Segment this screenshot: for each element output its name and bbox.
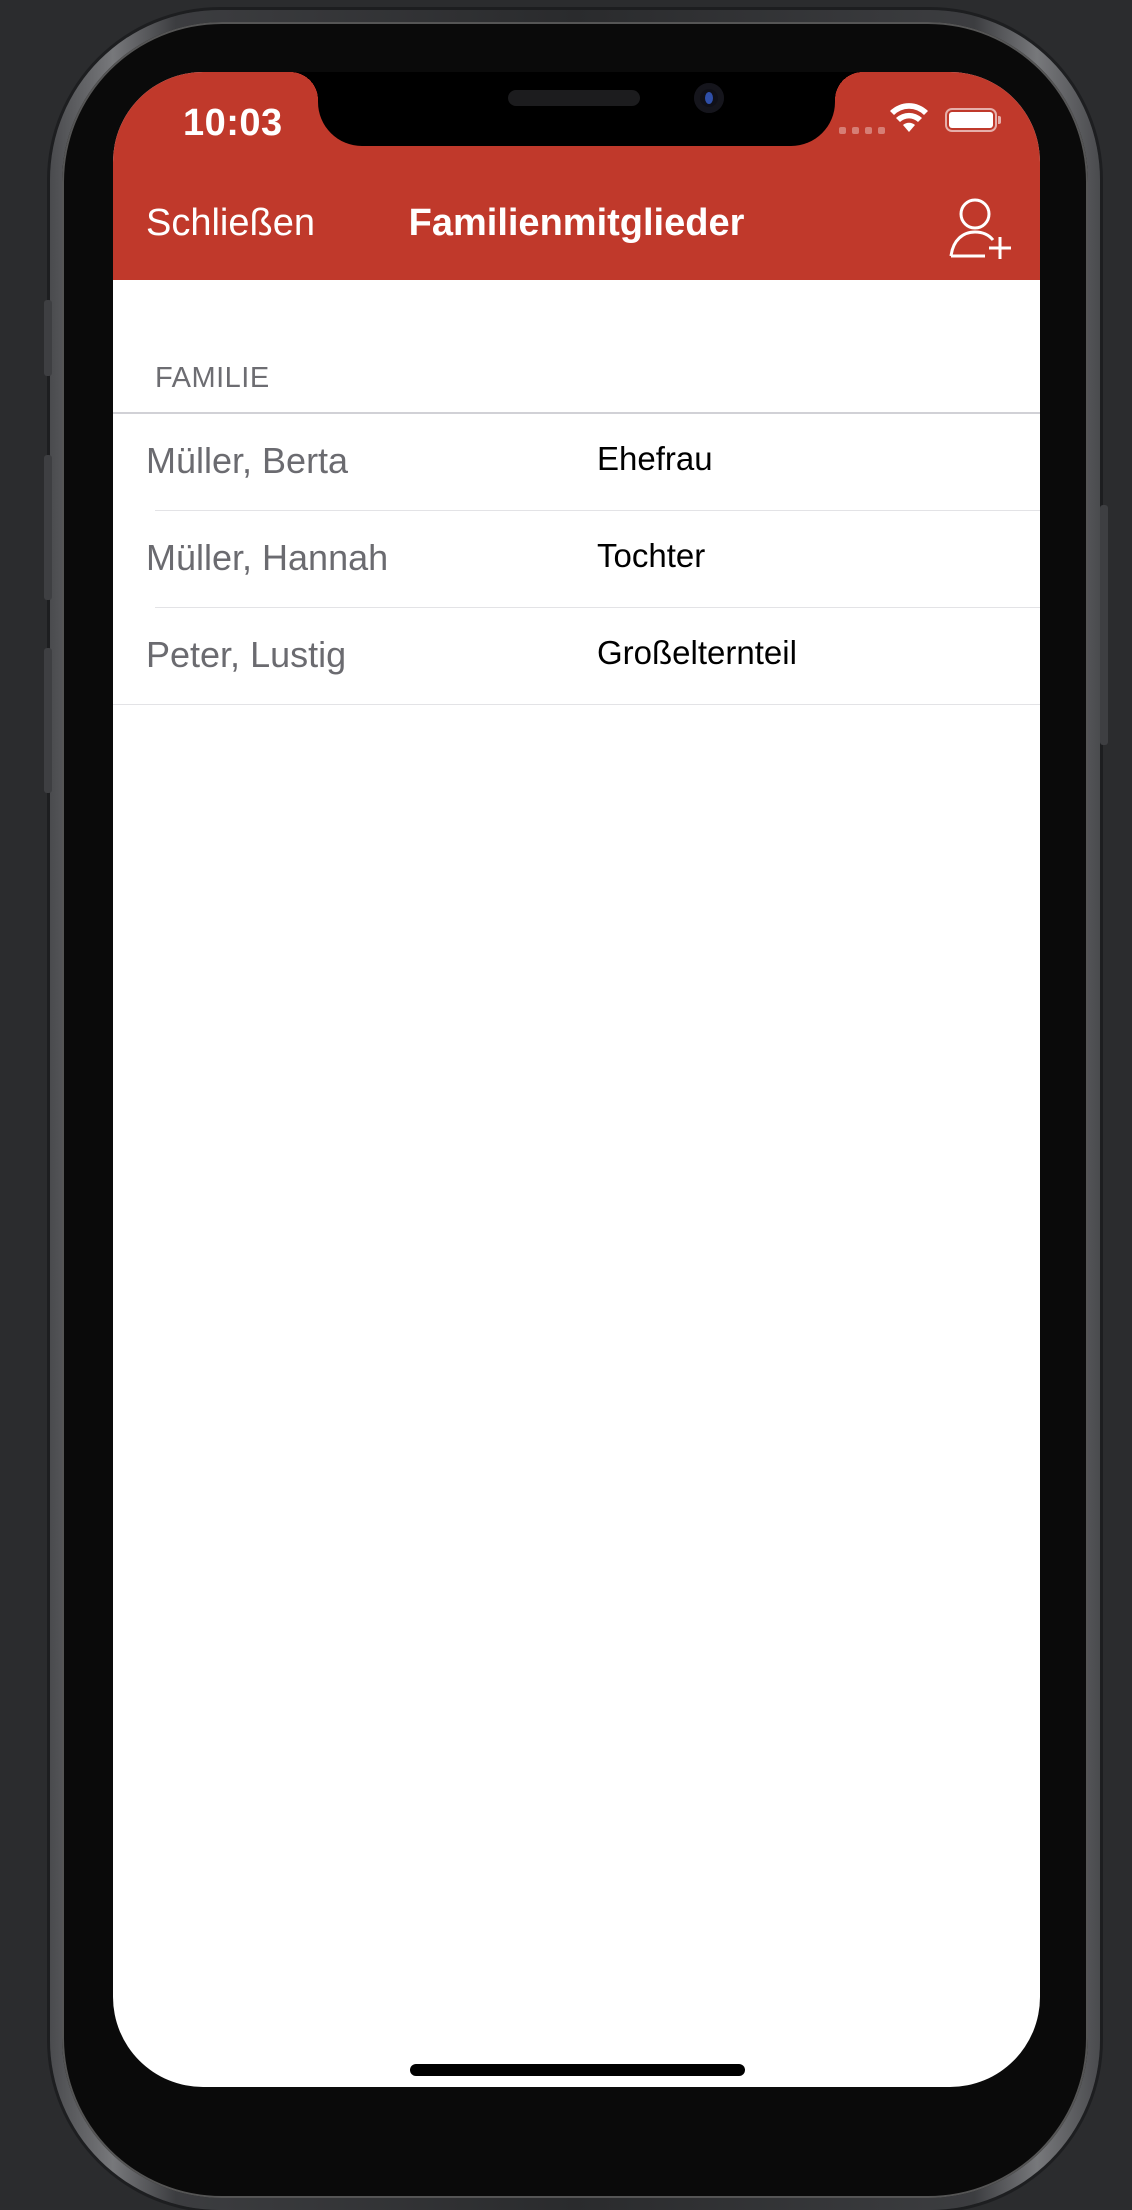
member-relation: Großelternteil xyxy=(597,634,797,671)
member-name: Peter, Lustig xyxy=(146,634,347,675)
power-button xyxy=(1100,505,1108,745)
volume-down-button xyxy=(44,648,52,793)
member-name: Müller, Hannah xyxy=(146,537,389,578)
cellular-signal-icon xyxy=(839,127,885,134)
wifi-icon xyxy=(890,103,928,132)
section-header: FAMILIE xyxy=(155,362,270,394)
member-relation: Tochter xyxy=(597,537,706,574)
battery-icon xyxy=(945,108,1001,132)
list-item[interactable]: Müller, Hannah Tochter xyxy=(113,511,1040,608)
row-divider xyxy=(113,704,1040,705)
home-indicator[interactable] xyxy=(410,2064,745,2076)
screen: 10:03 Schließen Familienmitglieder FAMIL… xyxy=(113,72,1040,2087)
member-relation: Ehefrau xyxy=(597,440,713,477)
page-title: Familienmitglieder xyxy=(408,202,745,244)
notch xyxy=(290,72,863,146)
earpiece-speaker xyxy=(508,90,640,106)
list-item[interactable]: Müller, Berta Ehefrau xyxy=(113,414,1040,511)
status-time: 10:03 xyxy=(183,102,283,144)
volume-up-button xyxy=(44,455,52,600)
navigation-bar: 10:03 Schließen Familienmitglieder xyxy=(113,72,1040,280)
mute-switch xyxy=(44,300,52,376)
member-name: Müller, Berta xyxy=(146,440,349,481)
list-item[interactable]: Peter, Lustig Großelternteil xyxy=(113,608,1040,705)
front-camera xyxy=(694,83,724,113)
add-person-icon[interactable] xyxy=(949,196,1015,262)
